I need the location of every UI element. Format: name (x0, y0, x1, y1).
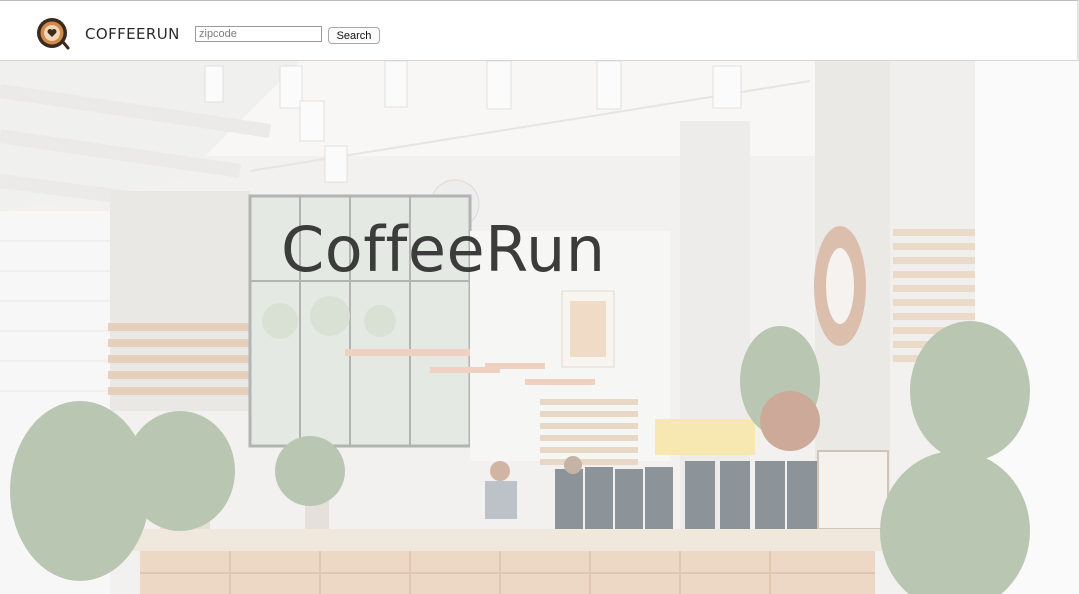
zipcode-search-input[interactable] (195, 26, 322, 42)
hero-banner: CoffeeRun (0, 61, 1079, 594)
hero-title: CoffeeRun (281, 213, 606, 286)
top-navbar: COFFEERUN Search (0, 0, 1079, 61)
coffee-cup-logo-icon[interactable] (36, 17, 70, 50)
search-button[interactable]: Search (328, 27, 380, 44)
cafe-interior-background-image (0, 61, 1079, 594)
brand-name[interactable]: COFFEERUN (85, 25, 180, 43)
